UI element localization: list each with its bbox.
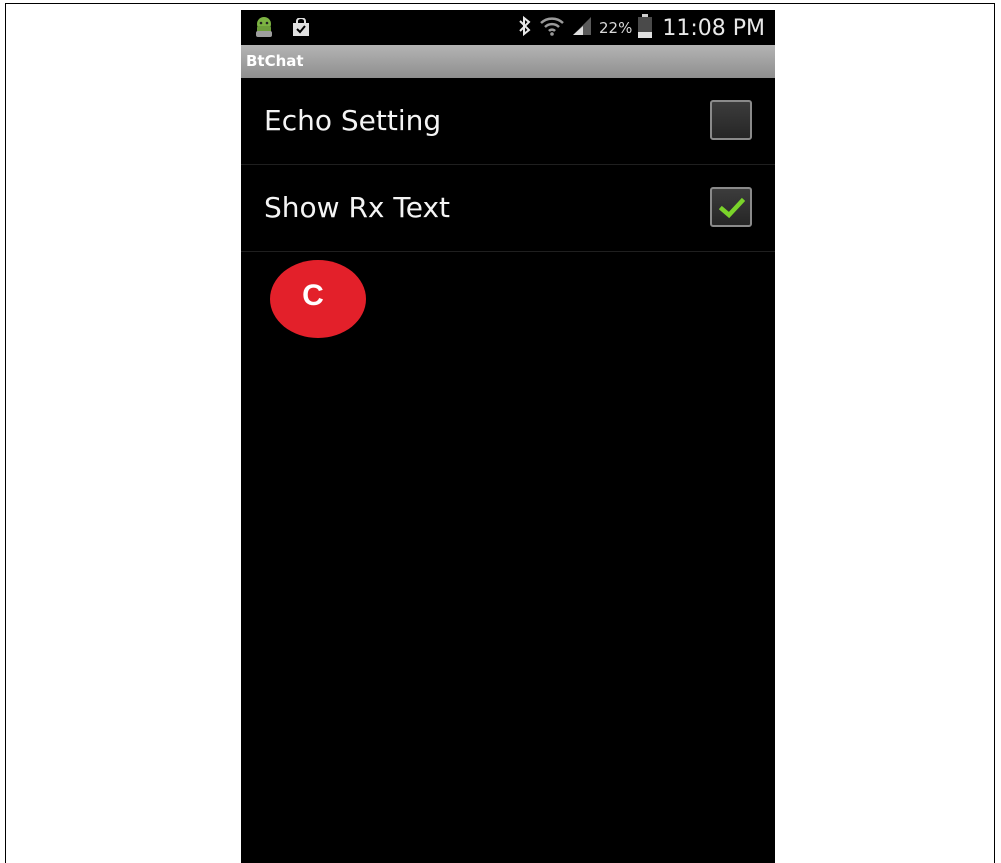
wifi-icon <box>539 15 565 41</box>
annotation-marker: C <box>270 260 366 338</box>
status-bar: 22% 11:08 PM <box>241 10 775 45</box>
setting-row-echo[interactable]: Echo Setting <box>241 78 775 165</box>
shopping-bag-icon <box>291 17 311 42</box>
system-status-icons: 22% 11:08 PM <box>517 14 765 42</box>
signal-icon <box>571 15 593 41</box>
bluetooth-icon <box>517 15 533 41</box>
status-time: 11:08 PM <box>662 15 765 41</box>
battery-percentage: 22% <box>599 19 633 37</box>
echo-setting-checkbox[interactable] <box>710 100 752 140</box>
android-icon <box>253 16 275 44</box>
settings-list: Echo Setting Show Rx Text <box>241 78 775 252</box>
setting-row-show-rx-text[interactable]: Show Rx Text <box>241 165 775 252</box>
annotation-marker-label: C <box>302 279 324 312</box>
checkmark-icon <box>719 197 745 219</box>
battery-icon <box>638 14 653 42</box>
app-title: BtChat <box>246 52 304 70</box>
notification-icons <box>253 16 311 44</box>
show-rx-text-checkbox[interactable] <box>710 187 752 227</box>
setting-label-show-rx-text: Show Rx Text <box>264 191 451 224</box>
setting-label-echo: Echo Setting <box>264 104 442 137</box>
phone-screen: 22% 11:08 PM BtChat Echo Setting Show Rx… <box>241 10 775 863</box>
app-title-bar: BtChat <box>241 45 775 78</box>
